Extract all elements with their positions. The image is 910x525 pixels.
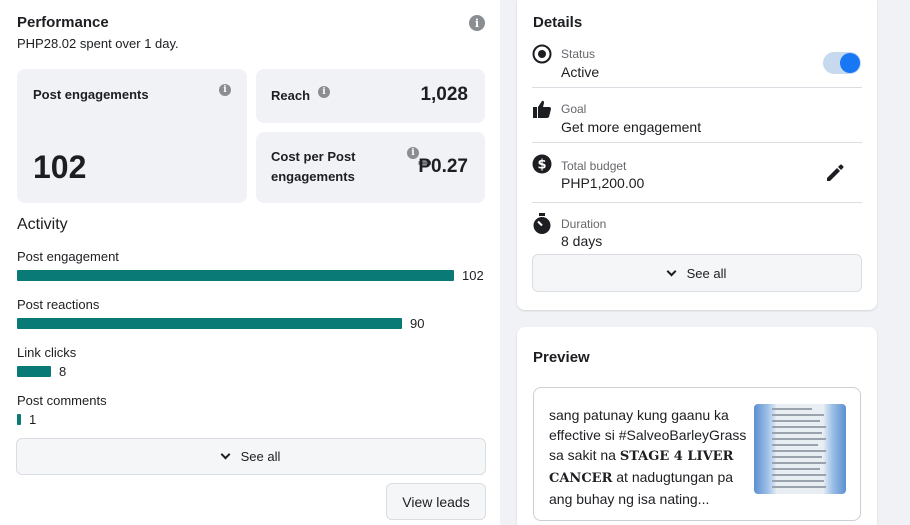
post-engagements-label: Post engagements: [33, 87, 149, 102]
info-icon[interactable]: i: [318, 86, 330, 98]
activity-value: 8: [59, 364, 67, 379]
details-panel: Details Status Active Goal Get more enga…: [517, 0, 877, 310]
activity-bar: [17, 318, 402, 329]
duration-label: Duration: [561, 217, 607, 231]
activity-label: Link clicks: [17, 345, 77, 360]
divider: [532, 142, 862, 143]
chevron-down-icon: [220, 449, 231, 460]
status-label: Status: [561, 47, 596, 61]
post-engagements-card: Post engagements i 102: [17, 69, 247, 203]
activity-title: Activity: [17, 216, 68, 233]
subtitle-text: spent over: [76, 36, 145, 51]
activity-bar: [17, 366, 51, 377]
post-thumbnail-image: [754, 404, 846, 494]
reach-card: Reach i 1,028: [256, 69, 485, 123]
toggle-knob: [840, 53, 860, 73]
info-icon[interactable]: i: [469, 15, 485, 31]
dollar-icon: $: [532, 154, 552, 174]
duration-row: Duration 8 days: [532, 213, 862, 253]
activity-label: Post engagement: [17, 249, 119, 264]
spent-amount: PHP28.02: [17, 36, 77, 51]
cost-label-line1: Cost per Post: [271, 149, 356, 164]
activity-value: 1: [29, 412, 37, 427]
post-preview-text: sang patunay kung gaanu ka effective si …: [549, 405, 749, 509]
post-engagements-value: 102: [33, 149, 87, 185]
cost-label: Cost per Post engagements: [271, 147, 356, 187]
performance-title: Performance: [17, 14, 109, 31]
status-toggle[interactable]: [823, 52, 861, 74]
chevron-down-icon: [666, 266, 677, 276]
info-icon[interactable]: i: [219, 84, 231, 96]
see-all-label: See all: [240, 449, 281, 464]
spent-days: 1 day: [144, 36, 176, 51]
activity-label: Post reactions: [17, 297, 100, 312]
see-all-label: See all: [686, 265, 727, 281]
budget-value: PHP1,200.00: [561, 175, 645, 191]
reach-value: 1,028: [420, 84, 468, 105]
divider: [532, 87, 862, 88]
duration-value: 8 days: [561, 233, 603, 249]
svg-text:$: $: [537, 158, 546, 173]
cost-per-engagement-card: Cost per Post engagements i ₱0.27: [256, 132, 485, 203]
performance-subtitle: PHP28.02 spent over 1 day.: [17, 36, 179, 51]
subtitle-period: .: [175, 36, 179, 51]
see-all-button[interactable]: See all: [16, 438, 486, 475]
view-leads-button[interactable]: View leads: [386, 483, 486, 520]
cost-label-line2: engagements: [271, 169, 355, 184]
cost-value: ₱0.27: [418, 156, 468, 177]
performance-panel: Performance i PHP28.02 spent over 1 day.…: [0, 0, 500, 525]
reach-label: Reach: [271, 88, 311, 103]
goal-label: Goal: [561, 102, 587, 116]
stopwatch-icon: [533, 213, 551, 234]
post-preview[interactable]: sang patunay kung gaanu ka effective si …: [533, 387, 861, 521]
edit-pencil-icon[interactable]: [825, 163, 845, 183]
details-see-all-button[interactable]: See all: [532, 254, 862, 292]
activity-bar: [17, 414, 21, 425]
activity-bar: [17, 270, 454, 281]
activity-label: Post comments: [17, 393, 107, 408]
preview-panel: Preview sang patunay kung gaanu ka effec…: [517, 327, 877, 525]
activity-value: 102: [462, 268, 484, 283]
status-icon: [532, 44, 552, 64]
preview-title: Preview: [533, 349, 590, 366]
budget-row: $ Total budget PHP1,200.00: [532, 154, 862, 194]
details-title: Details: [533, 14, 583, 31]
status-value: Active: [561, 64, 600, 80]
goal-value: Get more engagement: [561, 119, 702, 135]
status-row: Status Active: [532, 44, 862, 84]
budget-label: Total budget: [561, 159, 627, 173]
divider: [532, 202, 862, 203]
activity-value: 90: [410, 316, 425, 331]
goal-row: Goal Get more engagement: [532, 99, 862, 139]
thumbs-up-icon: [533, 100, 551, 118]
info-icon[interactable]: i: [407, 147, 419, 159]
